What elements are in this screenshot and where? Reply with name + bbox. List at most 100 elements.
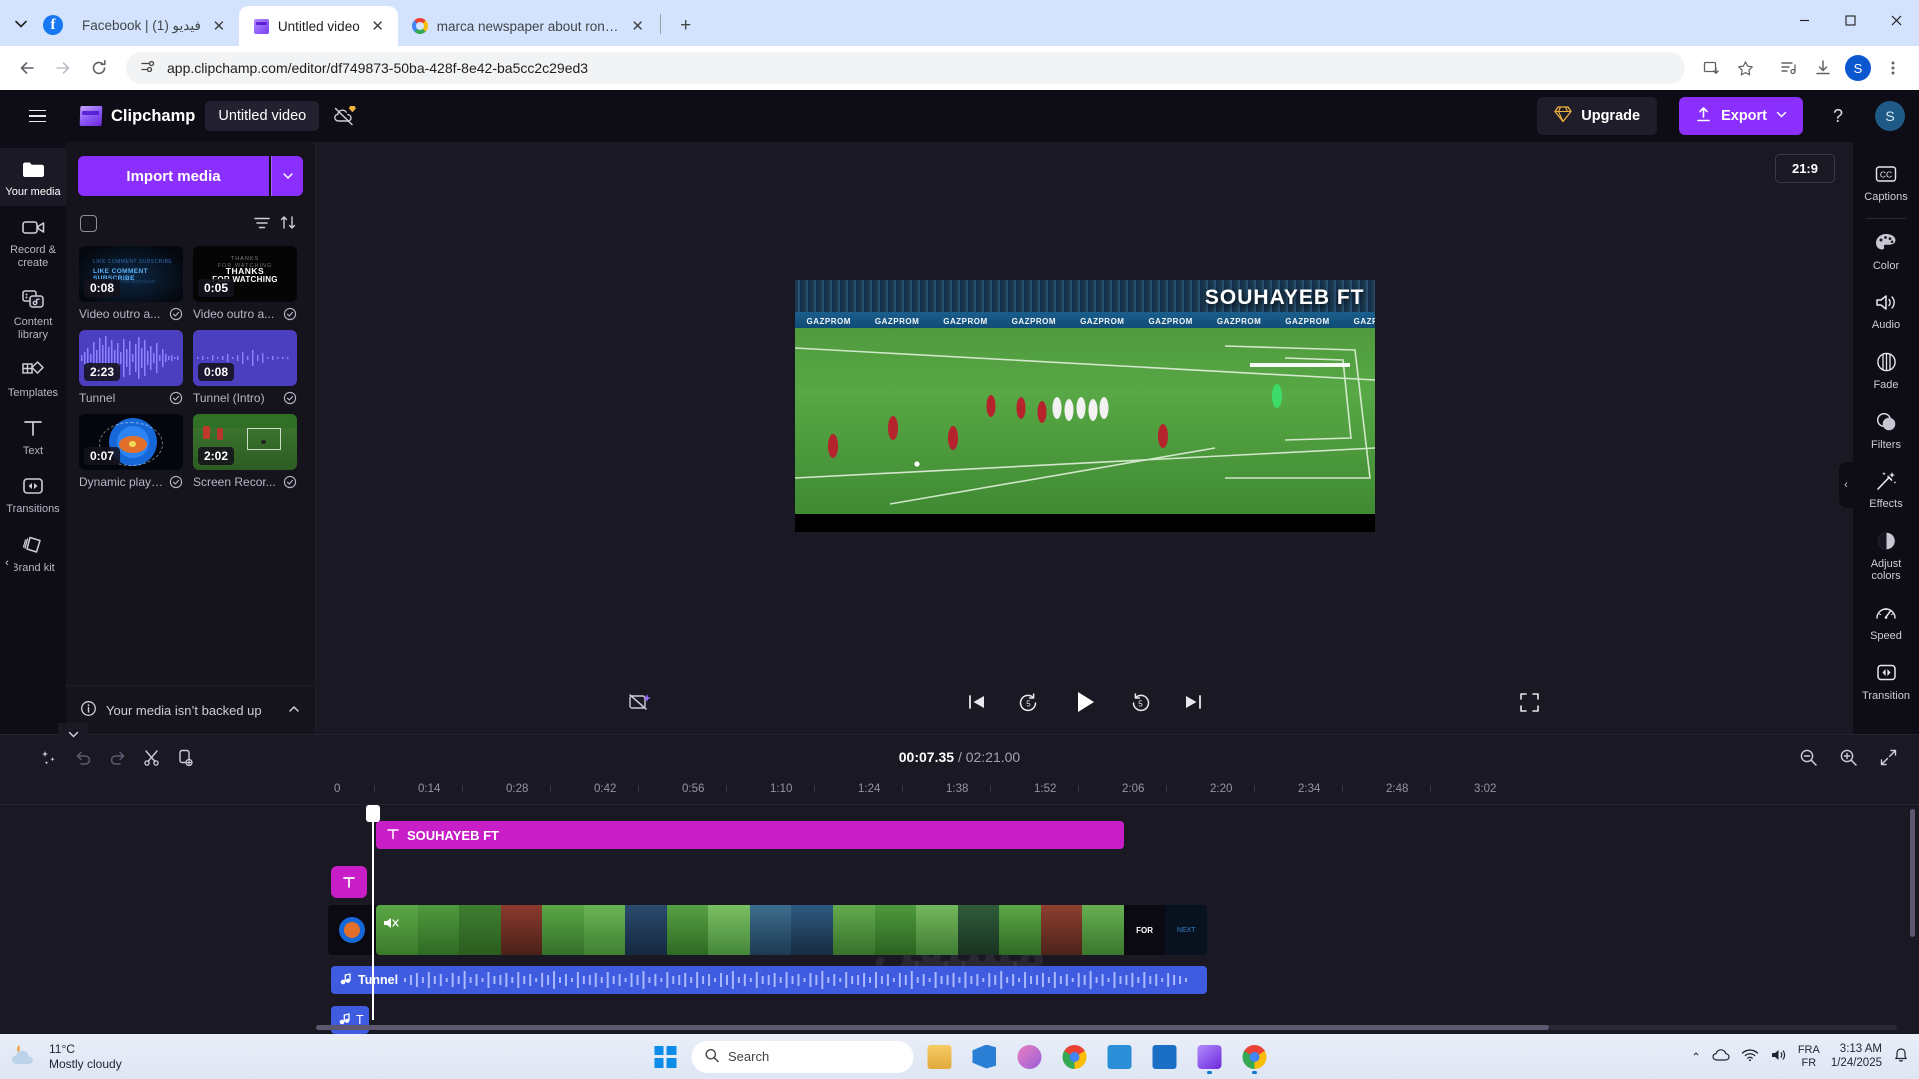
close-icon[interactable]: ✕ (368, 16, 388, 36)
sidebar-item-transitions[interactable]: Transitions (0, 465, 66, 523)
right-item-speed[interactable]: Speed (1853, 591, 1919, 651)
maximize-button[interactable] (1827, 0, 1873, 40)
right-item-effects[interactable]: Effects (1853, 459, 1919, 519)
collapse-right-panel-button[interactable]: ‹ (1839, 462, 1853, 508)
start-button[interactable] (646, 1038, 684, 1076)
right-item-color[interactable]: Color (1853, 221, 1919, 281)
sidebar-item-text[interactable]: Text (0, 407, 66, 465)
zoom-out-icon[interactable] (1791, 740, 1825, 774)
close-button[interactable] (1873, 0, 1919, 40)
minimize-button[interactable] (1781, 0, 1827, 40)
sidebar-item-record-create[interactable]: Record & create (0, 206, 66, 277)
new-tab-button[interactable]: + (671, 11, 701, 41)
aspect-ratio-button[interactable]: 21:9 (1774, 154, 1835, 183)
taskbar-app-outlook[interactable] (1145, 1038, 1183, 1076)
media-item[interactable]: 0:08 Tunnel (Intro) (193, 330, 297, 405)
media-thumbnail[interactable]: 2:02 (193, 414, 297, 470)
browser-tab-marca[interactable]: marca newspaper about ronaldo ✕ (398, 6, 658, 46)
fullscreen-button[interactable] (1503, 680, 1555, 724)
export-button[interactable]: Export (1679, 97, 1803, 135)
right-item-audio[interactable]: Audio (1853, 280, 1919, 340)
media-thumbnail[interactable]: 0:08 (193, 330, 297, 386)
media-thumbnail[interactable]: LIKE COMMENT SUBSCRIBE LIKE COMMENT SUBS… (79, 246, 183, 302)
downloads-icon[interactable] (1807, 52, 1839, 84)
taskbar-app-chrome-secondary[interactable] (1055, 1038, 1093, 1076)
audio-muted-icon[interactable] (382, 915, 400, 931)
skip-to-end-button[interactable] (1167, 680, 1219, 724)
address-bar[interactable]: app.clipchamp.com/editor/df749873-50ba-4… (126, 52, 1685, 84)
autosave-off-icon[interactable] (329, 100, 361, 132)
notifications-icon[interactable] (1893, 1047, 1909, 1066)
upgrade-button[interactable]: Upgrade (1537, 97, 1658, 135)
browser-tab-untitled-video[interactable]: Untitled video ✕ (238, 6, 398, 46)
onedrive-icon[interactable] (1712, 1048, 1730, 1065)
right-item-adjust-colors[interactable]: Adjust colors (1853, 519, 1919, 591)
taskbar-app-clipchamp[interactable] (1190, 1038, 1228, 1076)
sidebar-item-content-library[interactable]: Content library (0, 278, 66, 349)
import-media-button[interactable]: Import media (78, 156, 269, 196)
select-all-checkbox[interactable] (80, 214, 97, 232)
volume-icon[interactable] (1770, 1048, 1787, 1065)
video-preview[interactable]: GAZPROM GAZPROM GAZPROM GAZPROM GAZPROM … (794, 280, 1375, 532)
taskbar-app-file-explorer[interactable] (920, 1038, 958, 1076)
menu-icon[interactable] (20, 99, 54, 133)
site-settings-icon[interactable] (140, 59, 156, 78)
remove-background-icon[interactable] (614, 680, 666, 724)
profile-avatar[interactable]: S (1845, 55, 1871, 81)
right-item-fade[interactable]: Fade (1853, 340, 1919, 400)
collapse-left-panel-button[interactable]: ‹ (0, 539, 14, 586)
close-icon[interactable]: ✕ (209, 16, 229, 36)
user-avatar[interactable]: S (1875, 101, 1905, 131)
taskbar-app-microsoft-store[interactable] (1100, 1038, 1138, 1076)
redo-icon[interactable] (100, 740, 134, 774)
taskbar-app-chrome-active[interactable] (1235, 1038, 1273, 1076)
right-item-transition[interactable]: Transition (1853, 651, 1919, 711)
play-button[interactable] (1055, 680, 1115, 724)
media-thumbnail[interactable]: THANKS FOR WATCHING THANKS FOR WATCHING … (193, 246, 297, 302)
media-thumbnail[interactable]: 2:23 (79, 330, 183, 386)
fit-to-screen-icon[interactable] (1871, 740, 1905, 774)
collapse-timeline-button[interactable] (58, 723, 88, 745)
media-item[interactable]: LIKE COMMENT SUBSCRIBE LIKE COMMENT SUBS… (79, 246, 183, 321)
browser-menu-icon[interactable] (1877, 52, 1909, 84)
media-thumbnail[interactable]: 0:07 (79, 414, 183, 470)
timeline-horizontal-scrollbar[interactable] (316, 1025, 1897, 1030)
timeline-ruler[interactable]: 0 0:14 0:28 0:42 0:56 1:10 1:24 1:38 1:5… (0, 779, 1919, 805)
skip-to-start-button[interactable] (951, 680, 1003, 724)
undo-icon[interactable] (66, 740, 100, 774)
reload-icon[interactable] (82, 51, 116, 85)
right-item-captions[interactable]: CC Captions (1853, 152, 1919, 212)
media-item[interactable]: 0:07 Dynamic play ... (79, 414, 183, 489)
back-icon[interactable] (10, 51, 44, 85)
media-item[interactable]: 2:02 Screen Recor... (193, 414, 297, 489)
right-item-filters[interactable]: Filters (1853, 400, 1919, 460)
tab-search-button[interactable] (4, 7, 38, 41)
taskbar-app-paint[interactable] (1010, 1038, 1048, 1076)
forward-icon[interactable] (46, 51, 80, 85)
help-button[interactable]: ? (1821, 99, 1855, 133)
magic-wand-icon[interactable] (32, 740, 66, 774)
wifi-icon[interactable] (1741, 1048, 1759, 1065)
forward-5-seconds-button[interactable]: 5 (1115, 680, 1167, 724)
sidebar-item-your-media[interactable]: Your media (0, 148, 66, 207)
weather-widget[interactable]: 11°C Mostly cloudy (10, 1042, 122, 1072)
install-app-icon[interactable] (1695, 52, 1727, 84)
timeline-clip-text[interactable]: SOUHAYEB FT (376, 821, 1124, 849)
browser-tab-facebook[interactable]: Facebook | فيديو (1) ✕ (68, 6, 239, 46)
text-track-badge[interactable] (331, 866, 367, 898)
filter-icon[interactable] (249, 210, 275, 236)
timeline-vertical-scrollbar[interactable] (1910, 809, 1915, 1016)
timeline-clip-video[interactable]: FOR NEXT (376, 905, 1207, 955)
clock[interactable]: 3:13 AM 1/24/2025 (1831, 1043, 1882, 1071)
media-item[interactable]: THANKS FOR WATCHING THANKS FOR WATCHING … (193, 246, 297, 321)
timeline-clip-audio[interactable]: Tunnel (331, 966, 1207, 994)
media-item[interactable]: 2:23 Tunnel (79, 330, 183, 405)
back-5-seconds-button[interactable]: 5 (1003, 680, 1055, 724)
playhead[interactable] (366, 805, 380, 1020)
zoom-in-icon[interactable] (1831, 740, 1865, 774)
taskbar-search[interactable]: Search (691, 1040, 913, 1073)
duplicate-icon[interactable] (168, 740, 202, 774)
import-media-dropdown[interactable] (271, 156, 303, 196)
scissors-icon[interactable] (134, 740, 168, 774)
taskbar-app-vs-code[interactable] (965, 1038, 1003, 1076)
